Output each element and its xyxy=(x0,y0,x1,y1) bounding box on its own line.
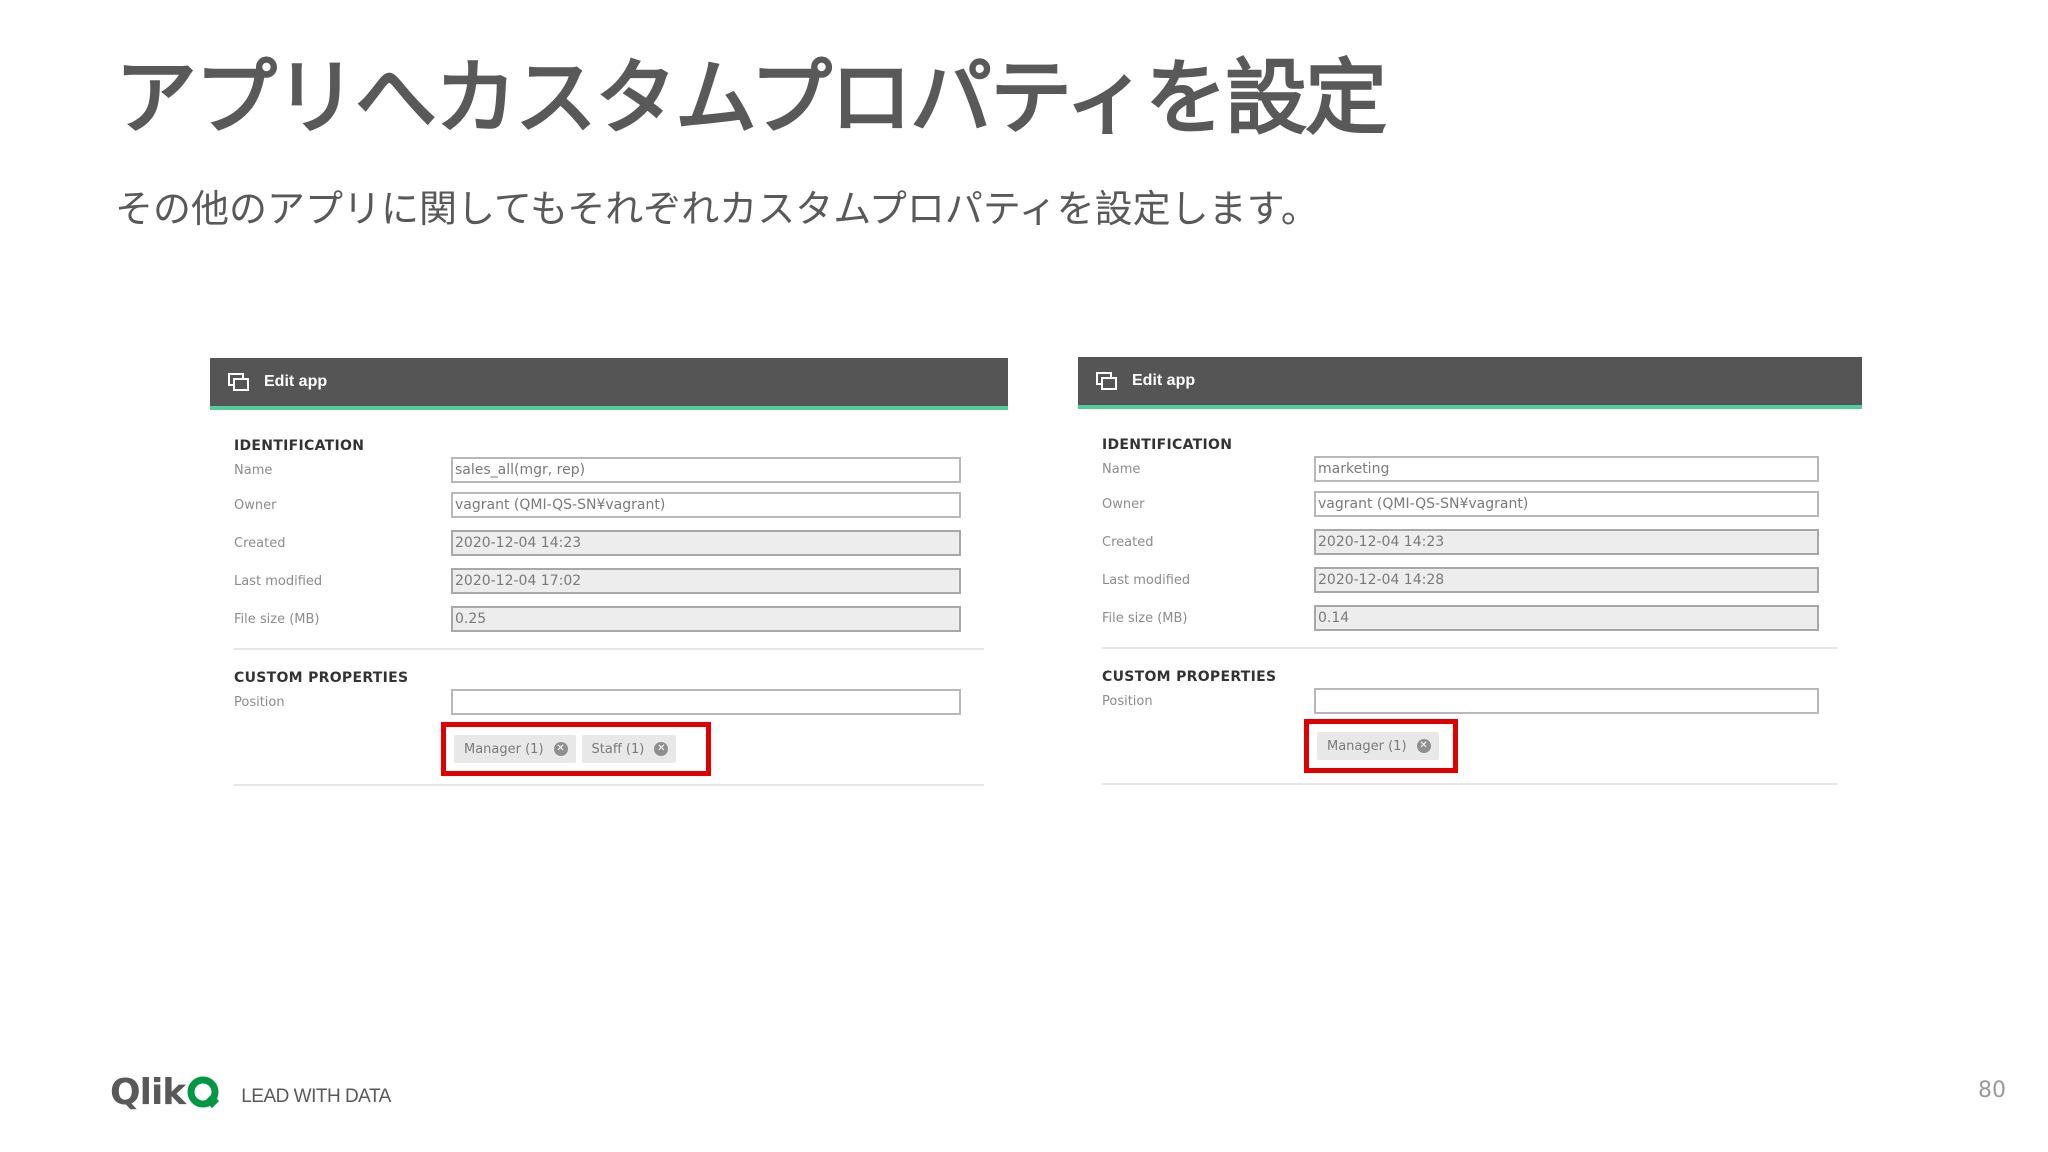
edit-app-icon xyxy=(1096,372,1118,390)
custom-properties-heading: CUSTOM PROPERTIES xyxy=(1102,669,1277,685)
owner-label: Owner xyxy=(234,497,277,513)
edit-app-panel-left: Edit app IDENTIFICATION Name sales_all(m… xyxy=(210,358,1008,806)
position-row: Position xyxy=(234,686,984,718)
file-size-field: 0.14 xyxy=(1314,605,1819,631)
page-number: 80 xyxy=(1978,1078,2006,1103)
qlik-wordmark: Qlik xyxy=(110,1072,186,1113)
highlight-box: Manager (1) ✕ xyxy=(1304,719,1458,773)
remove-circle-icon[interactable]: ✕ xyxy=(1416,739,1431,753)
owner-input[interactable]: vagrant (QMI-QS-SN¥vagrant) xyxy=(451,492,961,518)
file-size-label: File size (MB) xyxy=(1102,610,1188,626)
file-size-field: 0.25 xyxy=(451,606,961,632)
name-input[interactable]: sales_all(mgr, rep) xyxy=(451,457,961,483)
qlik-logo-icon xyxy=(187,1076,221,1110)
remove-circle-icon[interactable]: ✕ xyxy=(654,742,669,756)
edit-app-panel-right: Edit app IDENTIFICATION Name marketing O… xyxy=(1078,357,1862,803)
last-modified-label: Last modified xyxy=(234,573,323,589)
qlik-logo: Qlik LEAD WITH DATA xyxy=(110,1072,391,1113)
remove-circle-icon[interactable]: ✕ xyxy=(553,742,568,756)
tag-manager[interactable]: Manager (1) ✕ xyxy=(1317,732,1439,760)
tag-label: Manager (1) xyxy=(464,741,544,757)
created-field: 2020-12-04 14:23 xyxy=(1314,529,1819,555)
tag-label: Staff (1) xyxy=(591,741,645,757)
last-modified-label: Last modified xyxy=(1102,572,1191,588)
panel-header: Edit app xyxy=(210,358,1008,410)
edit-app-icon xyxy=(228,373,250,391)
position-input[interactable] xyxy=(451,689,961,715)
position-input[interactable] xyxy=(1314,688,1819,714)
last-modified-row: Last modified 2020-12-04 17:02 xyxy=(234,562,984,600)
tag-manager[interactable]: Manager (1) ✕ xyxy=(454,735,576,763)
created-row: Created 2020-12-04 14:23 xyxy=(234,524,984,562)
tagline: LEAD WITH DATA xyxy=(241,1085,391,1107)
tag-label: Manager (1) xyxy=(1327,738,1407,754)
created-field: 2020-12-04 14:23 xyxy=(451,530,961,556)
position-row: Position xyxy=(1102,685,1838,717)
name-label: Name xyxy=(1102,461,1141,477)
bottom-divider xyxy=(1102,783,1838,785)
name-row: Name marketing xyxy=(1102,453,1838,485)
name-input[interactable]: marketing xyxy=(1314,456,1819,482)
file-size-row: File size (MB) 0.14 xyxy=(1102,599,1838,637)
position-label: Position xyxy=(234,694,285,710)
custom-properties-heading: CUSTOM PROPERTIES xyxy=(234,670,409,686)
created-label: Created xyxy=(234,535,286,551)
created-row: Created 2020-12-04 14:23 xyxy=(1102,523,1838,561)
panel-header: Edit app xyxy=(1078,357,1862,409)
owner-row: Owner vagrant (QMI-QS-SN¥vagrant) xyxy=(1102,485,1838,523)
highlight-box: Manager (1) ✕ Staff (1) ✕ xyxy=(441,722,711,776)
tag-staff[interactable]: Staff (1) ✕ xyxy=(581,735,677,763)
name-row: Name sales_all(mgr, rep) xyxy=(234,454,984,486)
panel-title: Edit app xyxy=(264,373,328,390)
identification-heading: IDENTIFICATION xyxy=(234,438,365,454)
panel-title: Edit app xyxy=(1132,372,1196,389)
bottom-divider xyxy=(234,784,984,786)
identification-heading: IDENTIFICATION xyxy=(1102,437,1233,453)
last-modified-field: 2020-12-04 17:02 xyxy=(451,568,961,594)
position-label: Position xyxy=(1102,693,1153,709)
slide-subtitle: その他のアプリに関してもそれぞれカスタムプロパティを設定します。 xyxy=(115,187,1319,231)
file-size-row: File size (MB) 0.25 xyxy=(234,600,984,638)
name-label: Name xyxy=(234,462,273,478)
slide-title: アプリへカスタムプロパティを設定 xyxy=(115,51,1387,146)
file-size-label: File size (MB) xyxy=(234,611,320,627)
owner-label: Owner xyxy=(1102,496,1145,512)
tag-list: Manager (1) ✕ Staff (1) ✕ xyxy=(234,718,984,776)
last-modified-row: Last modified 2020-12-04 14:28 xyxy=(1102,561,1838,599)
tag-list: Manager (1) ✕ xyxy=(1102,717,1838,773)
owner-input[interactable]: vagrant (QMI-QS-SN¥vagrant) xyxy=(1314,491,1819,517)
last-modified-field: 2020-12-04 14:28 xyxy=(1314,567,1819,593)
created-label: Created xyxy=(1102,534,1154,550)
owner-row: Owner vagrant (QMI-QS-SN¥vagrant) xyxy=(234,486,984,524)
